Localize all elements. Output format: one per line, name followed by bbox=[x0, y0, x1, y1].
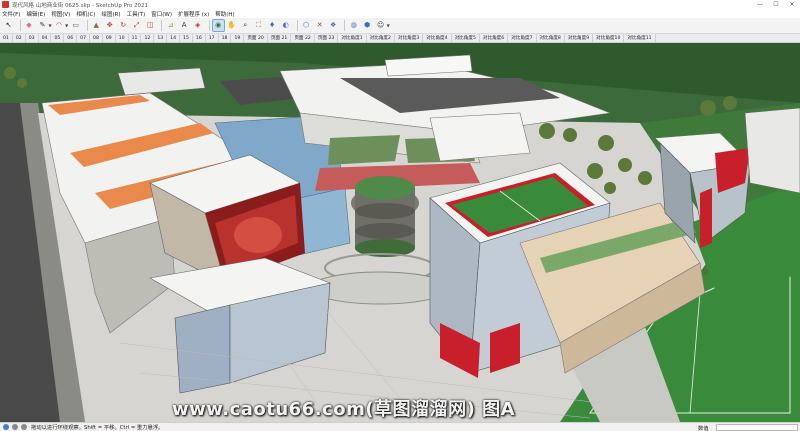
scene-tabs: 01 02 03 04 05 06 07 08 09 10 11 12 13 14 15 16 17 18 19 页面… bbox=[0, 33, 800, 43]
look-around-icon[interactable]: ◐ bbox=[280, 20, 291, 31]
menu-item[interactable]: 工具(T) bbox=[127, 10, 146, 18]
scene-tab[interactable]: 对比角度5 bbox=[452, 33, 480, 43]
arc-icon[interactable]: ◠ bbox=[54, 20, 65, 31]
scene-tab[interactable]: 07 bbox=[77, 33, 91, 43]
toolbar-separator bbox=[208, 20, 210, 31]
scene-tab[interactable]: 对比角度10 bbox=[593, 33, 625, 43]
section-plane-icon[interactable]: ⬡ bbox=[301, 20, 312, 31]
move-icon[interactable]: ✥ bbox=[104, 20, 115, 31]
sketchup-logo-icon bbox=[2, 1, 9, 8]
toolbar-separator bbox=[296, 20, 298, 31]
scene-tab[interactable]: 15 bbox=[180, 33, 193, 43]
toolbar-separator bbox=[344, 20, 346, 31]
user-icon[interactable]: ☺ bbox=[375, 20, 386, 31]
scene-tab[interactable]: 页面 21 bbox=[268, 33, 292, 43]
measurements-input[interactable] bbox=[716, 424, 798, 431]
walk-icon[interactable]: ♦ bbox=[267, 20, 278, 31]
scene-tab[interactable]: 16 bbox=[193, 33, 206, 43]
scene-tab[interactable]: 对比角度7 bbox=[508, 33, 537, 43]
menu-item[interactable]: 窗口(W) bbox=[151, 10, 172, 18]
measurements-label: 数值 bbox=[698, 426, 709, 431]
scene-tab[interactable]: 13 bbox=[154, 33, 168, 43]
rectangle-icon[interactable]: ▭ bbox=[70, 20, 81, 31]
toolbar-separator bbox=[161, 20, 163, 31]
scene-tab[interactable]: 对比角度3 bbox=[395, 33, 424, 43]
scene-tab[interactable]: 页面 22 bbox=[291, 33, 315, 43]
scene-tab[interactable]: 19 bbox=[231, 33, 245, 43]
scene-tab[interactable]: 页面 23 bbox=[315, 33, 339, 43]
close-button[interactable]: ✕ bbox=[784, 0, 800, 9]
scene-tab[interactable]: 02 bbox=[13, 33, 26, 43]
scene-tab[interactable]: 04 bbox=[39, 33, 52, 43]
chevron-down-icon[interactable]: ▼ bbox=[49, 23, 52, 28]
status-bar: 拖动以进行环绕观察。Shift = 平移。Ctrl = 重力悬浮。 数值 bbox=[0, 422, 800, 431]
scene-tab[interactable]: 对比角度1 bbox=[338, 33, 367, 43]
watermark-text: www.caotu66.com(草图溜溜网) 图A bbox=[172, 399, 516, 420]
menu-bar: 文件(F) 编辑(E) 视图(V) 相机(C) 绘图(R) 工具(T) 窗口(W) 扩展程序 … bbox=[0, 9, 800, 18]
tape-measure-icon[interactable]: ⊿ bbox=[165, 20, 176, 31]
scene-tab[interactable]: 10 bbox=[116, 33, 129, 43]
toolbar-separator bbox=[86, 20, 88, 31]
window-title: 现代风格 山地商业街 0625.skp - SketchUp Pro 2021 bbox=[12, 2, 149, 9]
window-controls: — ☐ ✕ bbox=[752, 0, 800, 9]
chevron-down-icon[interactable]: ▼ bbox=[65, 23, 68, 28]
offset-icon[interactable]: ◫ bbox=[145, 20, 156, 31]
scene-tab[interactable]: 对比角度6 bbox=[480, 33, 509, 43]
text-icon[interactable]: A bbox=[179, 20, 190, 31]
scene-tab[interactable]: 对比角度2 bbox=[367, 33, 395, 43]
scene-tab[interactable]: 页面 20 bbox=[244, 33, 268, 43]
zoom-extents-icon[interactable]: ⛶ bbox=[253, 20, 264, 31]
scale-icon[interactable]: ⤢ bbox=[131, 20, 142, 31]
scene-tab[interactable]: 18 bbox=[219, 33, 232, 43]
orbit-icon[interactable]: ◉ bbox=[211, 19, 225, 32]
scene-tab[interactable]: 14 bbox=[167, 33, 181, 43]
pencil-icon[interactable]: ✎ bbox=[37, 20, 48, 31]
pan-icon[interactable]: ✋ bbox=[226, 20, 237, 31]
info-icon[interactable] bbox=[3, 424, 9, 430]
scene-tab[interactable]: 06 bbox=[64, 33, 78, 43]
zoom-icon[interactable]: ⌕ bbox=[240, 20, 251, 31]
eraser-icon[interactable]: ◆ bbox=[24, 20, 35, 31]
geolocation-icon[interactable] bbox=[12, 424, 18, 430]
menu-item[interactable]: 帮助(H) bbox=[215, 10, 234, 18]
title-bar: 现代风格 山地商业街 0625.skp - SketchUp Pro 2021 … bbox=[0, 0, 800, 9]
scene-tab[interactable]: 11 bbox=[129, 33, 142, 43]
scene-tab[interactable]: 17 bbox=[206, 33, 219, 43]
menu-item[interactable]: 相机(C) bbox=[76, 10, 95, 18]
scene-tab[interactable]: 08 bbox=[90, 33, 103, 43]
component-icon[interactable]: ❖ bbox=[328, 20, 339, 31]
menu-item[interactable]: 文件(F) bbox=[2, 10, 20, 18]
maximize-button[interactable]: ☐ bbox=[768, 0, 784, 9]
scene-tab[interactable]: 12 bbox=[141, 33, 155, 43]
scene-tab[interactable]: 01 bbox=[0, 33, 13, 43]
menu-item[interactable]: 扩展程序 (x) bbox=[178, 10, 209, 18]
scene-tab[interactable]: 对比角度8 bbox=[537, 33, 565, 43]
scene-tab[interactable]: 对比角度9 bbox=[565, 33, 594, 43]
menu-item[interactable]: 视图(V) bbox=[51, 10, 70, 18]
status-hint: 拖动以进行环绕观察。Shift = 平移。Ctrl = 重力悬浮。 bbox=[31, 425, 164, 431]
toolbar: ↖ ◆ ✎ ▼ ◠ ▼ ▭ ▲ ✥ ↻ ⤢ ◫ ⊿ A ◈ ◉ ✋ ⌕ ⛶ ♦ ◐ ⬡ ✕ ❖ ◍ ⬢ ☺ ▼ bbox=[0, 18, 800, 34]
minimize-button[interactable]: — bbox=[752, 0, 768, 9]
push-pull-icon[interactable]: ▲ bbox=[91, 20, 102, 31]
scene-tab[interactable]: 05 bbox=[51, 33, 65, 43]
scene-tab[interactable]: 09 bbox=[103, 33, 116, 43]
model-viewport[interactable]: www.caotu66.com(草图溜溜网) 图A bbox=[0, 43, 800, 422]
axes-icon[interactable]: ✕ bbox=[314, 20, 325, 31]
scene-tab[interactable]: 03 bbox=[26, 33, 39, 43]
scene-tab[interactable]: 对比角度4 bbox=[423, 33, 452, 43]
credits-icon[interactable] bbox=[21, 424, 27, 430]
model-render bbox=[0, 43, 800, 422]
paint-bucket-icon[interactable]: ◈ bbox=[192, 20, 203, 31]
warehouse-icon[interactable]: ◍ bbox=[348, 20, 359, 31]
scene-tab[interactable]: 对比角度11 bbox=[624, 33, 656, 43]
rotate-icon[interactable]: ↻ bbox=[118, 20, 129, 31]
menu-item[interactable]: 绘图(R) bbox=[101, 10, 120, 18]
select-icon[interactable]: ↖ bbox=[3, 20, 14, 31]
chevron-down-icon[interactable]: ▼ bbox=[387, 23, 390, 28]
extension-icon[interactable]: ⬢ bbox=[362, 20, 373, 31]
toolbar-separator bbox=[19, 20, 21, 31]
menu-item[interactable]: 编辑(E) bbox=[26, 10, 45, 18]
